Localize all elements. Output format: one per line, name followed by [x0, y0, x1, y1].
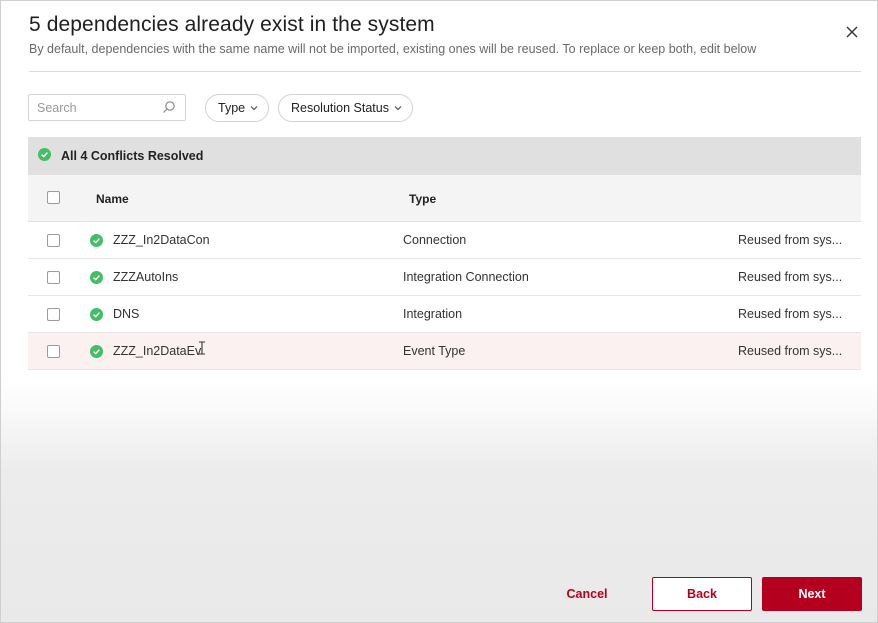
- row-name: ZZZ_In2DataEv: [113, 344, 202, 358]
- column-header-name[interactable]: Name: [96, 192, 129, 206]
- row-resolution[interactable]: Reused from sys...: [738, 270, 842, 284]
- row-name: ZZZAutoIns: [113, 270, 179, 284]
- table-header: Name Type: [28, 175, 861, 222]
- text-cursor-icon: [198, 341, 206, 360]
- row-checkbox[interactable]: [47, 234, 60, 247]
- table-row[interactable]: ZZZ_In2DataCon Connection Reused from sy…: [28, 222, 861, 259]
- row-name: ZZZ_In2DataCon: [113, 233, 210, 247]
- table-row[interactable]: ZZZAutoIns Integration Connection Reused…: [28, 259, 861, 296]
- select-all-checkbox[interactable]: [47, 191, 60, 204]
- row-type: Integration Connection: [403, 270, 529, 284]
- row-resolution[interactable]: Reused from sys...: [738, 307, 842, 321]
- close-icon: [846, 26, 858, 38]
- row-checkbox[interactable]: [47, 308, 60, 321]
- row-resolution[interactable]: Reused from sys...: [738, 344, 842, 358]
- dialog-title: 5 dependencies already exist in the syst…: [29, 13, 435, 36]
- table-row[interactable]: DNS Integration Reused from sys...: [28, 296, 861, 333]
- row-resolution[interactable]: Reused from sys...: [738, 233, 842, 247]
- row-type: Event Type: [403, 344, 466, 358]
- check-circle-icon: [38, 148, 51, 164]
- table-row[interactable]: ZZZ_In2DataEv Event Type Reused from sys…: [28, 333, 861, 370]
- row-checkbox[interactable]: [47, 271, 60, 284]
- conflicts-banner: All 4 Conflicts Resolved: [28, 137, 861, 175]
- chevron-down-icon: [250, 105, 258, 111]
- check-circle-icon: [90, 234, 103, 250]
- dependencies-dialog: 5 dependencies already exist in the syst…: [0, 0, 878, 623]
- row-type: Integration: [403, 307, 463, 321]
- cancel-button[interactable]: Cancel: [546, 577, 628, 611]
- check-circle-icon: [90, 345, 103, 361]
- type-filter[interactable]: Type: [205, 94, 270, 122]
- row-type: Connection: [403, 233, 467, 247]
- check-circle-icon: [90, 308, 103, 324]
- banner-text: All 4 Conflicts Resolved: [61, 149, 204, 163]
- close-button[interactable]: [841, 21, 863, 43]
- row-name: DNS: [113, 307, 140, 321]
- search-box: [28, 94, 186, 121]
- next-button[interactable]: Next: [762, 577, 862, 611]
- type-filter-label: Type: [218, 101, 246, 115]
- resolution-status-filter[interactable]: Resolution Status: [278, 94, 413, 122]
- column-header-type[interactable]: Type: [409, 192, 436, 206]
- back-button[interactable]: Back: [652, 577, 752, 611]
- resolution-filter-label: Resolution Status: [291, 101, 389, 115]
- row-checkbox[interactable]: [47, 345, 60, 358]
- header-divider: [29, 71, 861, 72]
- chevron-down-icon: [394, 105, 402, 111]
- dialog-subtitle: By default, dependencies with the same n…: [29, 42, 757, 56]
- search-input[interactable]: [29, 95, 155, 120]
- check-circle-icon: [90, 271, 103, 287]
- search-icon[interactable]: [162, 100, 176, 119]
